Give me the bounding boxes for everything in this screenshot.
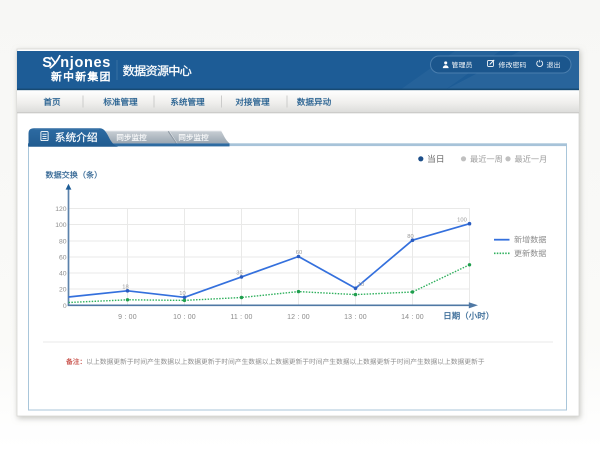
svg-text:80: 80 [407, 234, 413, 240]
svg-text:0: 0 [63, 303, 67, 310]
svg-text:18: 18 [122, 285, 128, 291]
svg-text:100: 100 [55, 222, 67, 229]
svg-text:10: 10 [358, 282, 364, 288]
svg-text:20: 20 [59, 287, 67, 294]
svg-text:60: 60 [59, 254, 67, 261]
svg-text:60: 60 [296, 250, 302, 256]
svg-text:35: 35 [236, 271, 242, 277]
svg-text:11 : 00: 11 : 00 [230, 314, 252, 321]
svg-text:80: 80 [59, 238, 67, 245]
svg-text:12 : 00: 12 : 00 [287, 314, 310, 321]
svg-text:100: 100 [457, 218, 467, 224]
svg-text:9 : 00: 9 : 00 [118, 314, 137, 321]
svg-text:10 : 00: 10 : 00 [173, 314, 196, 321]
svg-text:40: 40 [59, 271, 67, 278]
svg-text:120: 120 [55, 206, 67, 213]
svg-text:njones: njones [60, 55, 111, 71]
svg-text:10: 10 [179, 291, 185, 297]
svg-text:13 : 00: 13 : 00 [344, 314, 367, 321]
svg-text:14 : 00: 14 : 00 [401, 314, 424, 321]
